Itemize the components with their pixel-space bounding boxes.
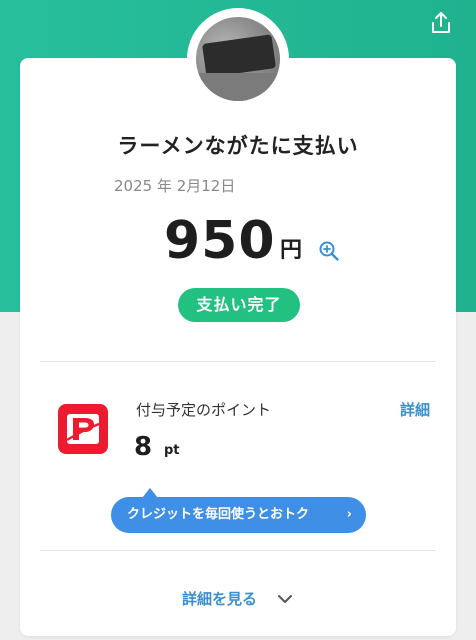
store-avatar — [196, 17, 280, 101]
section-divider — [40, 361, 436, 362]
status-badge: 支払い完了 — [178, 288, 300, 322]
amount-row: 950 円 — [0, 208, 476, 274]
chevron-down-icon[interactable] — [276, 592, 294, 606]
payment-date: 2025 年 2月12日 — [114, 177, 236, 195]
share-button[interactable] — [426, 8, 456, 38]
share-upload-icon — [432, 12, 450, 33]
paypay-logo-icon — [58, 404, 108, 454]
zoom-in-icon — [319, 241, 339, 261]
points-detail-link[interactable]: 詳細 — [400, 399, 430, 420]
currency-unit: 円 — [280, 238, 303, 263]
section-divider — [40, 550, 436, 551]
see-details-button[interactable]: 詳細を見る — [182, 588, 257, 609]
payment-amount: 950 — [164, 211, 276, 271]
chevron-right-icon: › — [346, 507, 352, 522]
points-unit: pt — [164, 443, 180, 458]
store-payment-title: ラーメンながたに支払い — [117, 134, 359, 158]
zoom-amount-button[interactable] — [318, 240, 340, 262]
credit-promo-button[interactable]: クレジットを毎回使うとおトク › — [111, 497, 366, 533]
points-value: 8 — [134, 432, 153, 462]
points-label: 付与予定のポイント — [136, 401, 272, 419]
promo-text: クレジットを毎回使うとおトク — [127, 507, 310, 522]
